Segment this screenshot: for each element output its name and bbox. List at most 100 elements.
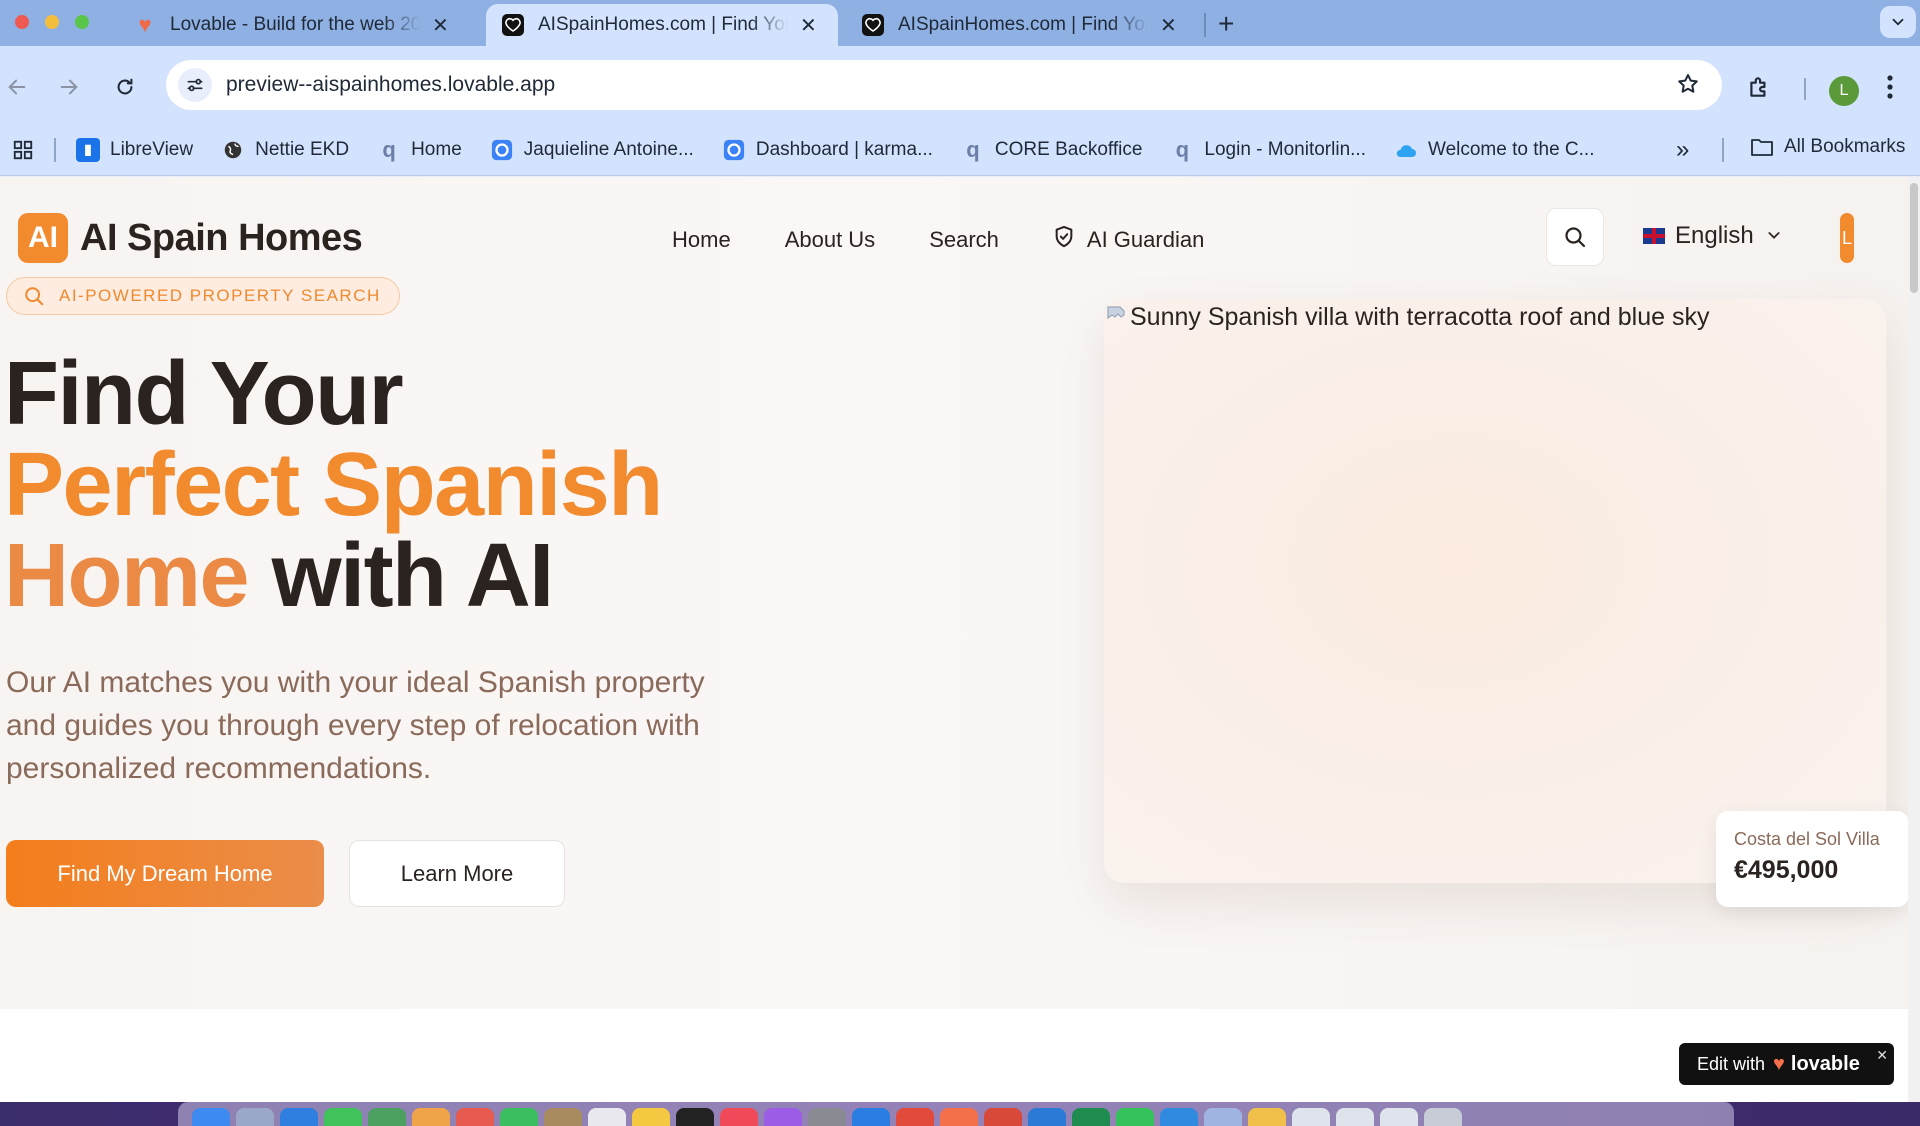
photos-icon[interactable] xyxy=(412,1108,450,1126)
browser-tab-aispainhomes-active[interactable]: AISpainHomes.com | Find You ✕ xyxy=(486,4,838,46)
messages-icon[interactable] xyxy=(324,1108,362,1126)
reminders-icon[interactable] xyxy=(588,1108,626,1126)
excel-icon[interactable] xyxy=(1072,1108,1110,1126)
property-price: €495,000 xyxy=(1734,856,1839,884)
site-settings-icon[interactable] xyxy=(178,68,212,102)
podcasts-icon[interactable] xyxy=(764,1108,802,1126)
scrollbar-thumb[interactable] xyxy=(1910,183,1918,293)
language-label: English xyxy=(1675,222,1754,249)
maps-icon[interactable] xyxy=(368,1108,406,1126)
new-tab-icon[interactable]: + xyxy=(1218,8,1234,40)
browser-menu-icon[interactable] xyxy=(1886,74,1894,105)
circle-icon xyxy=(722,138,746,162)
hero-villa-image: Sunny Spanish villa with terracotta roof… xyxy=(1104,299,1886,883)
mail-icon[interactable] xyxy=(984,1108,1022,1126)
extensions-puzzle-icon[interactable] xyxy=(1746,74,1772,105)
maximize-window-button[interactable] xyxy=(75,15,89,29)
bookmark-nettie-ekd[interactable]: Nettie EKD xyxy=(221,138,349,162)
finder-icon[interactable] xyxy=(192,1108,230,1126)
q-icon: q xyxy=(966,136,980,162)
toolbar-separator xyxy=(1804,78,1806,100)
tab-search-icon[interactable] xyxy=(1880,6,1916,38)
uk-flag-icon xyxy=(1643,228,1665,244)
nav-search[interactable]: Search xyxy=(929,227,999,253)
property-price-card[interactable]: Costa del Sol Villa €495,000 xyxy=(1716,811,1908,907)
tv-icon[interactable] xyxy=(676,1108,714,1126)
property-name: Costa del Sol Villa xyxy=(1734,829,1880,849)
folder-icon xyxy=(1750,137,1774,157)
browser-toolbar: preview--aispainhomes.lovable.app L xyxy=(0,46,1920,128)
word-icon[interactable] xyxy=(1028,1108,1066,1126)
hero-title-home: Home xyxy=(4,526,250,626)
chrome-icon[interactable] xyxy=(896,1108,934,1126)
minimize-window-button[interactable] xyxy=(45,15,59,29)
badge-label: AI-POWERED PROPERTY SEARCH xyxy=(59,286,381,305)
nav-home[interactable]: Home xyxy=(672,227,731,253)
close-tab-icon[interactable]: ✕ xyxy=(432,13,449,38)
bookmark-label: LibreView xyxy=(110,138,194,160)
site-search-button[interactable] xyxy=(1546,208,1604,266)
learn-more-button[interactable]: Learn More xyxy=(349,840,565,907)
user-avatar-button[interactable]: L xyxy=(1840,213,1854,263)
heart-outline-icon xyxy=(862,14,884,36)
bookmark-home[interactable]: q Home xyxy=(377,137,461,162)
globe-icon xyxy=(221,138,245,162)
reload-icon[interactable] xyxy=(110,72,140,102)
nav-ai-guardian[interactable]: AI Guardian xyxy=(1053,225,1204,255)
safari-icon[interactable] xyxy=(280,1108,318,1126)
browser-tab-aispainhomes[interactable]: AISpainHomes.com | Find You ✕ xyxy=(846,4,1198,46)
hero-subtitle: Our AI matches you with your ideal Spani… xyxy=(6,666,705,785)
settings-icon[interactable] xyxy=(808,1108,846,1126)
whatsapp-icon[interactable] xyxy=(1116,1108,1154,1126)
preview-icon[interactable] xyxy=(1204,1108,1242,1126)
page-scrollbar[interactable] xyxy=(1908,177,1920,1102)
address-bar[interactable]: preview--aispainhomes.lovable.app xyxy=(166,60,1722,110)
heart-outline-icon xyxy=(502,14,524,36)
cloud-icon xyxy=(1394,138,1418,162)
language-selector[interactable]: English xyxy=(1643,222,1782,250)
vscode-icon[interactable] xyxy=(1160,1108,1198,1126)
document-icon[interactable] xyxy=(1380,1108,1418,1126)
close-tab-icon[interactable]: ✕ xyxy=(1160,13,1177,38)
bookmark-login-monitorlin[interactable]: q Login - Monitorlin... xyxy=(1170,136,1366,162)
launchpad-icon[interactable] xyxy=(236,1108,274,1126)
lovable-brand: lovable xyxy=(1790,1052,1860,1075)
forward-arrow-icon[interactable] xyxy=(54,72,84,102)
music-icon[interactable] xyxy=(720,1108,758,1126)
close-tab-icon[interactable]: ✕ xyxy=(800,13,817,38)
bookmarks-separator xyxy=(54,137,56,162)
url-text[interactable]: preview--aispainhomes.lovable.app xyxy=(226,73,555,97)
document-icon[interactable] xyxy=(1292,1108,1330,1126)
find-dream-home-button[interactable]: Find My Dream Home xyxy=(6,840,324,907)
image-alt-label: Sunny Spanish villa with terracotta roof… xyxy=(1130,303,1710,331)
bookmark-jaquieline[interactable]: Jaquieline Antoine... xyxy=(490,138,694,162)
notes-icon[interactable] xyxy=(632,1108,670,1126)
more-bookmarks-chevron-icon[interactable]: » xyxy=(1676,136,1689,164)
lovable-icon[interactable] xyxy=(940,1108,978,1126)
back-arrow-icon[interactable] xyxy=(2,72,32,102)
app-icon[interactable] xyxy=(852,1108,890,1126)
bookmark-dashboard-karma[interactable]: Dashboard | karma... xyxy=(722,138,933,162)
apps-grid-icon[interactable] xyxy=(10,137,36,163)
calendar-icon[interactable] xyxy=(456,1108,494,1126)
document-icon[interactable] xyxy=(1336,1108,1374,1126)
profile-avatar[interactable]: L xyxy=(1829,76,1859,106)
nav-about-us[interactable]: About Us xyxy=(785,227,876,253)
facetime-icon[interactable] xyxy=(500,1108,538,1126)
site-logo[interactable]: AI AI Spain Homes xyxy=(18,213,363,263)
circle-icon xyxy=(490,138,514,162)
q-icon: q xyxy=(1175,136,1190,162)
browser-tab-lovable[interactable]: ♥ Lovable - Build for the web 20 ✕ xyxy=(118,4,478,46)
bookmark-libreview[interactable]: ▮ LibreView xyxy=(76,137,194,162)
close-window-button[interactable] xyxy=(15,15,29,29)
bookmark-welcome[interactable]: Welcome to the C... xyxy=(1394,138,1594,162)
libreview-icon: ▮ xyxy=(76,137,100,162)
app-icon[interactable] xyxy=(1248,1108,1286,1126)
bookmark-star-icon[interactable] xyxy=(1676,72,1700,101)
app-icon[interactable] xyxy=(544,1108,582,1126)
close-icon[interactable]: ✕ xyxy=(1876,1047,1888,1064)
all-bookmarks-button[interactable]: All Bookmarks xyxy=(1750,136,1905,158)
trash-icon[interactable] xyxy=(1424,1108,1462,1126)
bookmark-core-backoffice[interactable]: q CORE Backoffice xyxy=(961,136,1142,162)
edit-with-lovable-badge[interactable]: Edit with ♥ lovable ✕ xyxy=(1679,1043,1894,1085)
